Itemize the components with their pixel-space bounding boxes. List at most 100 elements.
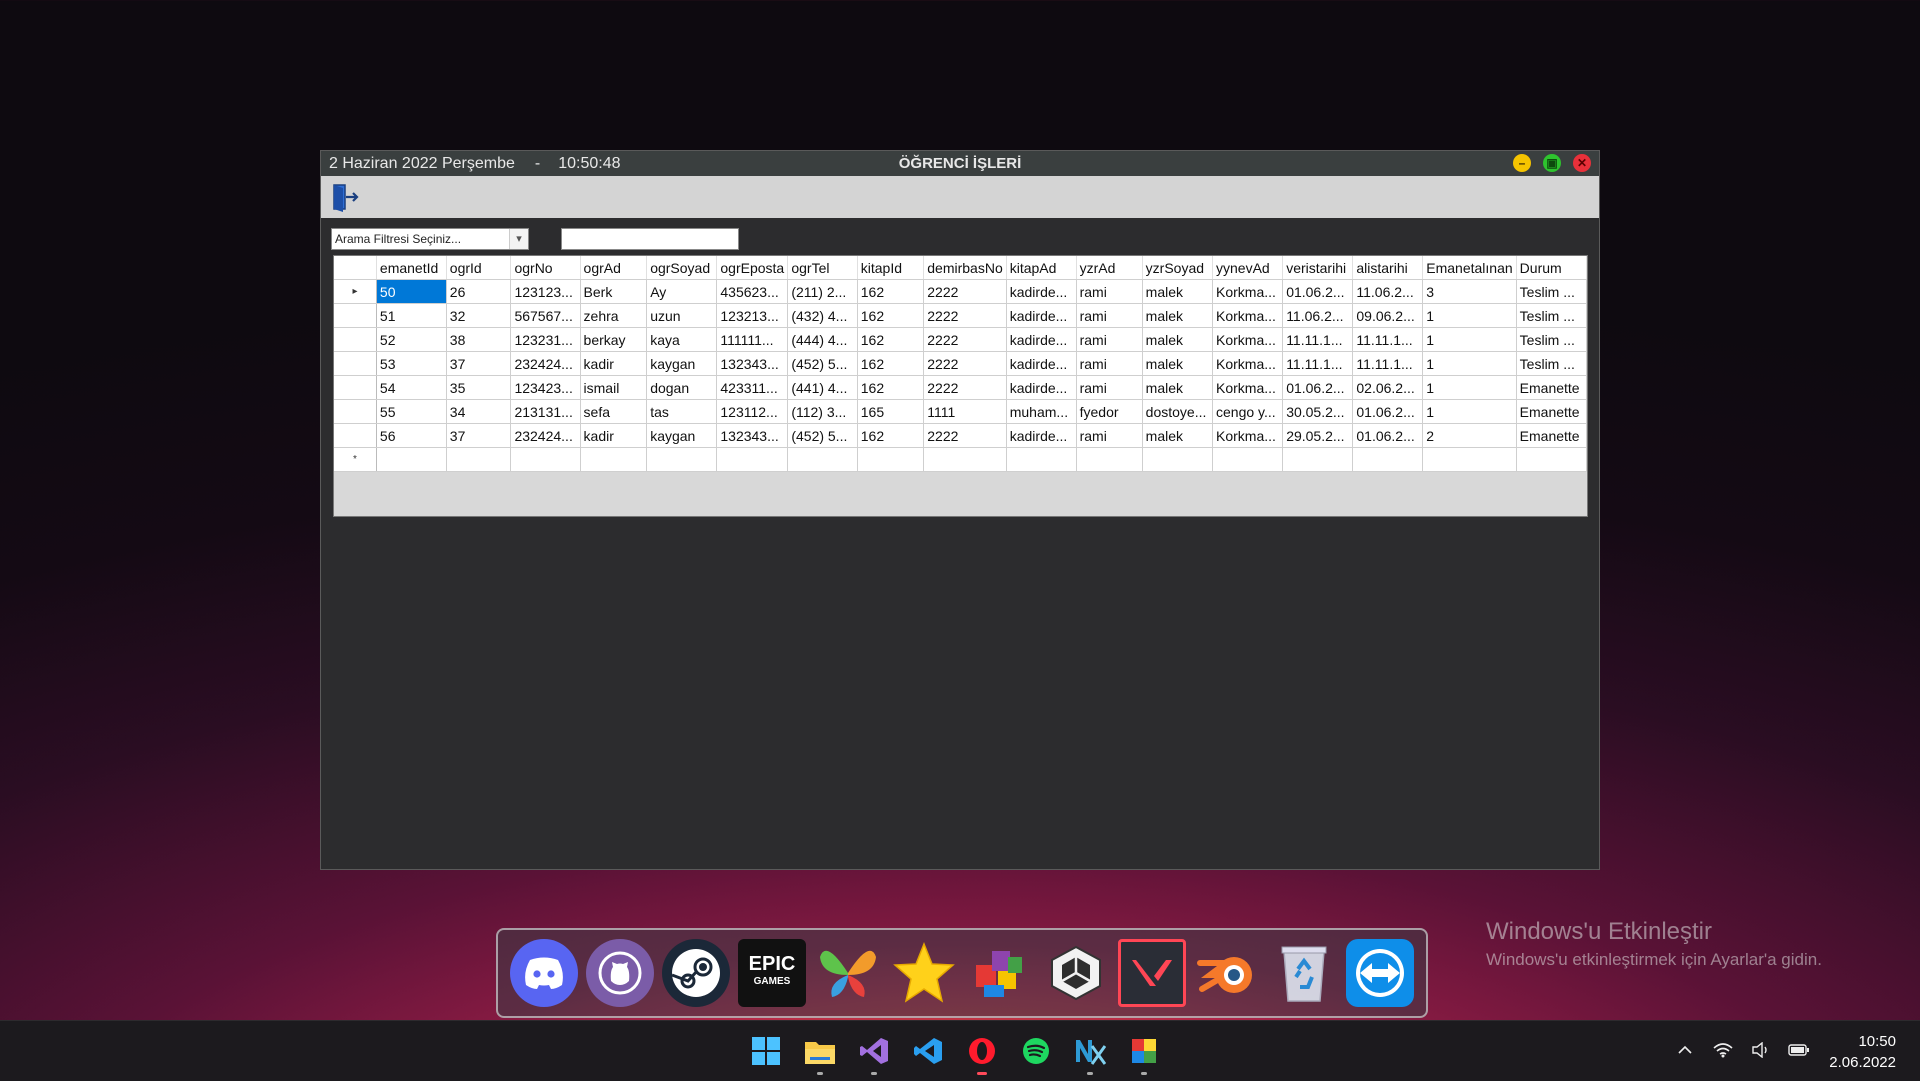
table-cell[interactable]: 1 bbox=[1422, 303, 1517, 328]
table-cell[interactable]: malek bbox=[1142, 303, 1214, 328]
table-cell[interactable] bbox=[1212, 447, 1284, 472]
volume-icon[interactable] bbox=[1750, 1039, 1772, 1061]
column-header[interactable]: kitapAd bbox=[1006, 256, 1077, 280]
table-cell[interactable]: Emanette bbox=[1516, 399, 1588, 424]
table-cell[interactable]: berkay bbox=[580, 327, 648, 352]
row-header[interactable] bbox=[334, 375, 377, 400]
column-header[interactable]: yzrAd bbox=[1076, 256, 1143, 280]
table-cell[interactable]: kadir bbox=[580, 423, 648, 448]
table-cell[interactable] bbox=[1422, 447, 1517, 472]
table-cell[interactable]: malek bbox=[1142, 375, 1214, 400]
table-cell[interactable]: 55 bbox=[376, 399, 447, 424]
table-cell[interactable]: ismail bbox=[580, 375, 648, 400]
row-header[interactable] bbox=[334, 399, 377, 424]
table-cell[interactable]: 29.05.2... bbox=[1282, 423, 1354, 448]
file-explorer-icon[interactable] bbox=[802, 1033, 838, 1075]
table-cell[interactable]: 11.11.1... bbox=[1352, 351, 1424, 376]
table-cell[interactable]: rami bbox=[1076, 375, 1143, 400]
table-cell[interactable]: Emanette bbox=[1516, 375, 1588, 400]
table-cell[interactable]: 11.06.2... bbox=[1282, 303, 1354, 328]
table-cell[interactable]: kadirde... bbox=[1006, 423, 1077, 448]
row-header[interactable]: * bbox=[334, 447, 377, 472]
table-cell[interactable]: 132343... bbox=[716, 423, 789, 448]
table-cell[interactable]: muham... bbox=[1006, 399, 1077, 424]
table-cell[interactable]: (432) 4... bbox=[787, 303, 858, 328]
table-row[interactable]: 52 38 123231... berkay kaya 111111... (444) 4.… bbox=[334, 327, 1588, 352]
table-cell[interactable]: 53 bbox=[376, 351, 447, 376]
chevron-up-icon[interactable] bbox=[1674, 1039, 1696, 1061]
table-cell[interactable] bbox=[1282, 447, 1354, 472]
table-cell[interactable]: 38 bbox=[446, 327, 512, 352]
table-cell[interactable]: 2222 bbox=[923, 351, 1007, 376]
epic-games-icon[interactable]: EPIC GAMES bbox=[738, 939, 806, 1007]
table-cell[interactable]: 165 bbox=[857, 399, 925, 424]
row-header[interactable] bbox=[334, 327, 377, 352]
table-cell[interactable]: 123112... bbox=[716, 399, 789, 424]
table-cell[interactable]: 162 bbox=[857, 279, 925, 304]
search-input[interactable] bbox=[561, 228, 739, 250]
table-cell[interactable]: 11.06.2... bbox=[1352, 279, 1424, 304]
table-cell[interactable]: uzun bbox=[646, 303, 718, 328]
table-cell[interactable]: Teslim ... bbox=[1516, 303, 1588, 328]
table-cell[interactable]: zehra bbox=[580, 303, 648, 328]
column-header[interactable]: yynevAd bbox=[1212, 256, 1284, 280]
table-cell[interactable]: 37 bbox=[446, 351, 512, 376]
column-header[interactable]: emanetId bbox=[376, 256, 447, 280]
table-cell[interactable]: 2222 bbox=[923, 327, 1007, 352]
table-cell[interactable]: 232424... bbox=[510, 351, 581, 376]
table-cell[interactable]: 01.06.2... bbox=[1282, 375, 1354, 400]
table-cell[interactable] bbox=[1142, 447, 1214, 472]
table-cell[interactable]: kadirde... bbox=[1006, 351, 1077, 376]
table-cell[interactable]: 162 bbox=[857, 375, 925, 400]
table-cell[interactable]: 1 bbox=[1422, 351, 1517, 376]
table-cell[interactable]: 30.05.2... bbox=[1282, 399, 1354, 424]
table-cell[interactable]: (112) 3... bbox=[787, 399, 858, 424]
row-header[interactable] bbox=[334, 351, 377, 376]
table-cell[interactable]: 123213... bbox=[716, 303, 789, 328]
steam-icon[interactable] bbox=[662, 939, 730, 1007]
github-icon[interactable] bbox=[586, 939, 654, 1007]
table-cell[interactable]: 02.06.2... bbox=[1352, 375, 1424, 400]
table-cell[interactable] bbox=[1352, 447, 1424, 472]
spotify-icon[interactable] bbox=[1018, 1033, 1054, 1069]
table-cell[interactable]: 26 bbox=[446, 279, 512, 304]
table-cell[interactable] bbox=[923, 447, 1007, 472]
table-row[interactable]: 55 34 213131... sefa tas 123112... (112) 3... 1… bbox=[334, 399, 1588, 424]
title-bar[interactable]: 2 Haziran 2022 Perşembe - 10:50:48 ÖĞREN… bbox=[321, 151, 1599, 176]
table-cell[interactable]: Korkma... bbox=[1212, 351, 1284, 376]
exit-door-icon[interactable] bbox=[331, 182, 361, 212]
table-cell[interactable]: kadir bbox=[580, 351, 648, 376]
table-cell[interactable] bbox=[446, 447, 512, 472]
table-cell[interactable]: tas bbox=[646, 399, 718, 424]
table-cell[interactable]: 111111... bbox=[716, 327, 789, 352]
table-cell[interactable]: rami bbox=[1076, 279, 1143, 304]
table-cell[interactable]: 35 bbox=[446, 375, 512, 400]
table-cell[interactable]: (452) 5... bbox=[787, 423, 858, 448]
table-cell[interactable]: 56 bbox=[376, 423, 447, 448]
table-cell[interactable]: rami bbox=[1076, 303, 1143, 328]
butterfly-icon[interactable] bbox=[814, 939, 882, 1007]
row-header[interactable] bbox=[334, 423, 377, 448]
table-row[interactable]: 56 37 232424... kadir kaygan 132343... (452) 5… bbox=[334, 423, 1588, 448]
valorant-icon[interactable] bbox=[1118, 939, 1186, 1007]
table-cell[interactable]: 37 bbox=[446, 423, 512, 448]
table-cell[interactable]: dogan bbox=[646, 375, 718, 400]
table-cell[interactable]: Teslim ... bbox=[1516, 351, 1588, 376]
table-cell[interactable]: 09.06.2... bbox=[1352, 303, 1424, 328]
table-cell[interactable]: 3 bbox=[1422, 279, 1517, 304]
table-cell[interactable]: 01.06.2... bbox=[1352, 423, 1424, 448]
table-cell[interactable]: 423311... bbox=[716, 375, 789, 400]
table-cell[interactable]: 123423... bbox=[510, 375, 581, 400]
table-cell[interactable]: Ay bbox=[646, 279, 718, 304]
column-header[interactable]: demirbasNo bbox=[923, 256, 1007, 280]
table-cell[interactable]: malek bbox=[1142, 423, 1214, 448]
table-cell[interactable]: 162 bbox=[857, 327, 925, 352]
table-cell[interactable]: 34 bbox=[446, 399, 512, 424]
column-header[interactable]: ogrId bbox=[446, 256, 512, 280]
table-cell[interactable] bbox=[1076, 447, 1143, 472]
table-cell[interactable]: 162 bbox=[857, 351, 925, 376]
table-cell[interactable]: 123123... bbox=[510, 279, 581, 304]
table-cell[interactable]: 1 bbox=[1422, 399, 1517, 424]
table-cell[interactable]: 162 bbox=[857, 303, 925, 328]
table-cell[interactable]: (441) 4... bbox=[787, 375, 858, 400]
